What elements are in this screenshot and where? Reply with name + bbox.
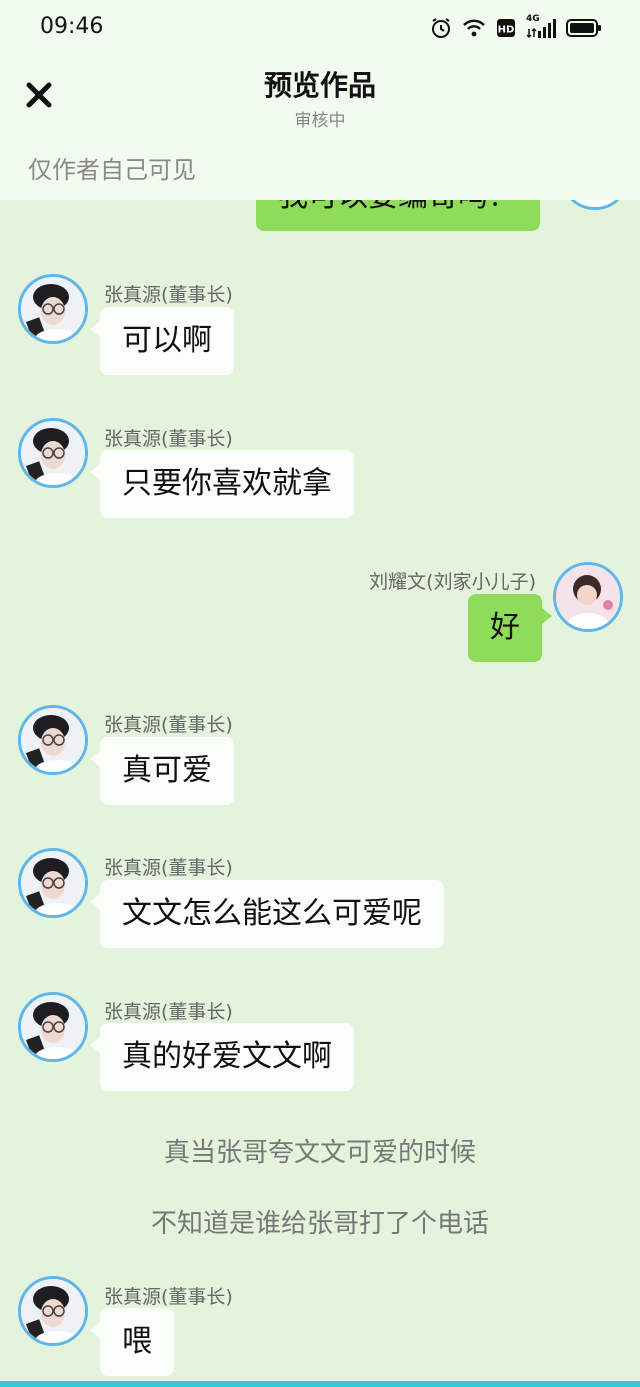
message-bubble-in[interactable]: 喂 [90,1308,174,1376]
hd-icon: HD [497,19,515,37]
avatar-zhang-zhenyuan[interactable] [18,992,88,1062]
message-bubble-in[interactable]: 文文怎么能这么可爱呢 [90,880,444,948]
sender-name: 张真源(董事长) [104,714,233,736]
visibility-notice: 仅作者自己可见 [28,156,196,184]
sender-name: 张真源(董事长) [104,857,233,879]
message-bubble-in[interactable]: 真的好爱文文啊 [90,1023,354,1091]
sender-name: 张真源(董事长) [104,1286,233,1308]
review-status: 审核中 [294,111,346,131]
signal-icon: 4G [526,14,556,39]
sender-name: 刘耀文(刘家小儿子) [369,571,536,593]
avatar-zhang-zhenyuan[interactable] [18,418,88,488]
preview-header: 09:46 HD 4G 预览作品 审核中 仅作者自己可见 [0,0,640,200]
message-bubble-in[interactable]: 可以啊 [90,307,234,375]
bottom-indicator [0,1381,640,1387]
message-bubble-in[interactable]: 只要你喜欢就拿 [90,450,354,518]
sender-name: 张真源(董事长) [104,284,233,306]
chat-area[interactable]: 我可以要编哥吗？ 张真源(董事长) 可以啊 张真源(董事长) 只要你喜欢就拿 刘… [0,0,640,1387]
alarm-icon [432,18,450,38]
status-time: 09:46 [40,14,104,39]
svg-text:HD: HD [498,25,515,36]
avatar-zhang-zhenyuan[interactable] [18,1276,88,1346]
status-icons: HD 4G [430,14,602,42]
sender-name: 张真源(董事长) [104,1001,233,1023]
narration-line: 不知道是谁给张哥打了个电话 [150,1209,489,1239]
avatar-liu-yaowen[interactable] [553,562,623,632]
message-bubble-in[interactable]: 真可爱 [90,737,234,805]
sender-name: 张真源(董事长) [104,428,233,450]
avatar-zhang-zhenyuan[interactable] [18,705,88,775]
status-bar: 09:46 HD 4G [0,0,640,56]
wifi-icon [463,19,485,37]
avatar-zhang-zhenyuan[interactable] [18,274,88,344]
page-title: 预览作品 [263,69,376,102]
avatar-zhang-zhenyuan[interactable] [18,848,88,918]
narration-line: 真当张哥夸文文可爱的时候 [163,1138,476,1168]
message-bubble-out[interactable]: 好 [468,594,552,662]
battery-icon [566,19,601,37]
